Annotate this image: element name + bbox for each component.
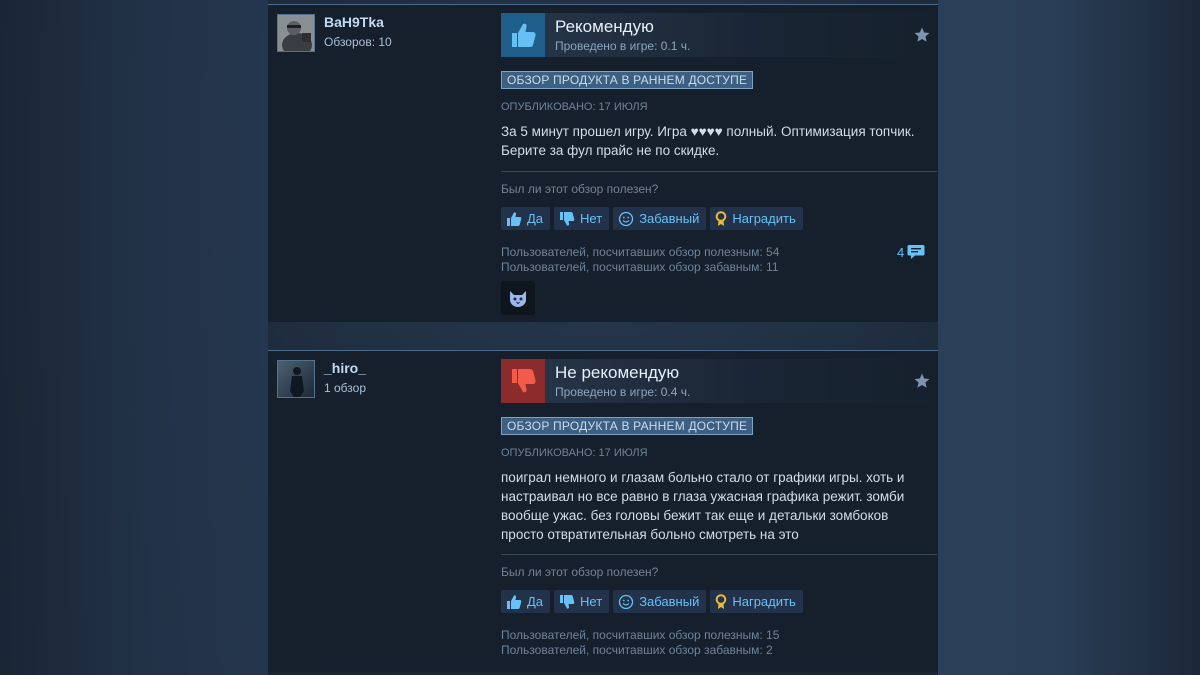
funny-count: Пользователей, посчитавших обзор забавны… bbox=[501, 260, 779, 274]
review-stats: Пользователей, посчитавших обзор полезны… bbox=[501, 245, 779, 275]
background-right bbox=[938, 0, 1200, 675]
author-name[interactable]: _hiro_ bbox=[324, 360, 366, 376]
comments-link[interactable]: 4 bbox=[897, 244, 925, 260]
vote-no-label: Нет bbox=[580, 594, 603, 609]
review-card: BaH9Tka Обзоров: 10 Рекомендую Проведено… bbox=[268, 4, 938, 322]
early-access-badge: ОБЗОР ПРОДУКТА В РАННЕМ ДОСТУПЕ bbox=[501, 417, 754, 435]
award-button[interactable]: Наградить bbox=[710, 207, 803, 230]
smiley-icon bbox=[619, 594, 634, 609]
vote-no-button[interactable]: Нет bbox=[554, 590, 610, 613]
vote-yes-label: Да bbox=[527, 211, 544, 226]
review-text: поиграл немного и глазам больно стало от… bbox=[501, 470, 905, 542]
helpful-question: Был ли этот обзор полезен? bbox=[501, 565, 659, 579]
award-label: Наградить bbox=[732, 211, 796, 226]
vote-yes-button[interactable]: Да bbox=[501, 207, 551, 230]
avatar-figure-icon bbox=[278, 361, 314, 397]
vote-funny-button[interactable]: Забавный bbox=[613, 207, 707, 230]
avatar[interactable] bbox=[277, 14, 315, 52]
helpful-count: Пользователей, посчитавших обзор полезны… bbox=[501, 245, 780, 259]
verdict-title: Рекомендую bbox=[555, 17, 654, 36]
divider bbox=[501, 171, 937, 172]
divider bbox=[501, 554, 937, 555]
award-ribbon-icon bbox=[716, 593, 727, 609]
helpful-count: Пользователей, посчитавших обзор полезны… bbox=[501, 628, 780, 642]
thumbs-up-icon bbox=[507, 594, 522, 609]
vote-funny-button[interactable]: Забавный bbox=[613, 590, 707, 613]
thumbs-up-icon bbox=[507, 211, 522, 226]
funny-count: Пользователей, посчитавших обзор забавны… bbox=[501, 643, 773, 657]
vote-funny-label: Забавный bbox=[639, 594, 700, 609]
vote-yes-label: Да bbox=[527, 594, 544, 609]
award-button[interactable]: Наградить bbox=[710, 590, 803, 613]
comment-count: 4 bbox=[897, 244, 905, 260]
review-text: За 5 минут прошел игру. Игра ♥♥♥♥ полный… bbox=[501, 124, 915, 158]
award-label: Наградить bbox=[732, 594, 796, 609]
award-ribbon-icon bbox=[716, 210, 727, 226]
smiley-icon bbox=[619, 211, 634, 226]
thumbs-down-icon bbox=[501, 359, 545, 403]
avatar[interactable] bbox=[277, 360, 315, 398]
posted-date: ОПУБЛИКОВАНО: 17 ИЮЛЯ bbox=[501, 447, 648, 459]
author-review-count[interactable]: 1 обзор bbox=[324, 381, 366, 395]
received-award[interactable] bbox=[501, 281, 535, 315]
background-left bbox=[0, 0, 268, 675]
review-card: _hiro_ 1 обзор Не рекомендую Проведено в… bbox=[268, 350, 938, 672]
vote-no-label: Нет bbox=[580, 211, 603, 226]
posted-date: ОПУБЛИКОВАНО: 17 ИЮЛЯ bbox=[501, 101, 648, 113]
hours-played: Проведено в игре: 0.4 ч. bbox=[555, 385, 691, 399]
comment-icon bbox=[907, 245, 925, 259]
author-name[interactable]: BaH9Tka bbox=[324, 14, 384, 30]
avatar-character-icon bbox=[278, 15, 314, 51]
vote-header[interactable]: Рекомендую Проведено в игре: 0.1 ч. bbox=[501, 13, 937, 57]
vote-buttons: Да Нет Забавный Наградить bbox=[501, 207, 803, 230]
vote-header[interactable]: Не рекомендую Проведено в игре: 0.4 ч. bbox=[501, 359, 937, 403]
vote-funny-label: Забавный bbox=[639, 211, 700, 226]
thumbs-up-icon bbox=[501, 13, 545, 57]
star-icon[interactable] bbox=[913, 26, 931, 49]
author-review-count[interactable]: Обзоров: 10 bbox=[324, 35, 392, 49]
helpful-question: Был ли этот обзор полезен? bbox=[501, 182, 659, 196]
thumbs-down-icon bbox=[560, 211, 575, 226]
star-icon[interactable] bbox=[913, 372, 931, 395]
cat-award-icon bbox=[510, 291, 526, 307]
thumbs-down-icon bbox=[560, 594, 575, 609]
vote-yes-button[interactable]: Да bbox=[501, 590, 551, 613]
early-access-badge: ОБЗОР ПРОДУКТА В РАННЕМ ДОСТУПЕ bbox=[501, 71, 754, 89]
hours-played: Проведено в игре: 0.1 ч. bbox=[555, 39, 691, 53]
verdict-title: Не рекомендую bbox=[555, 363, 680, 382]
review-stats: Пользователей, посчитавших обзор полезны… bbox=[501, 628, 779, 658]
vote-buttons: Да Нет Забавный Наградить bbox=[501, 590, 803, 613]
vote-no-button[interactable]: Нет bbox=[554, 207, 610, 230]
